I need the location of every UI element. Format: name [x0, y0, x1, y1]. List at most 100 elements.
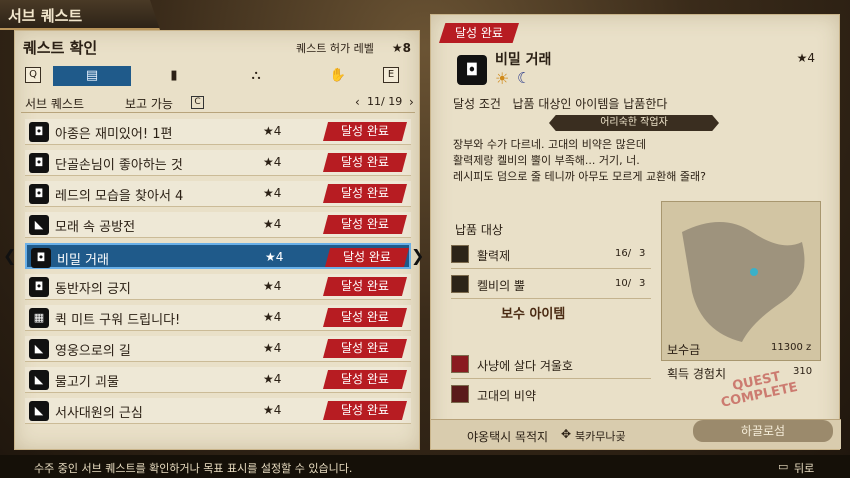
- quest-row[interactable]: ◣ 서사대원의 근심 ★4 달성 완료: [25, 398, 411, 424]
- quest-stars: ★4: [263, 155, 282, 169]
- card-icon: ▮: [170, 68, 178, 83]
- quest-row[interactable]: ◣ 물고기 괴물 ★4 달성 완료: [25, 367, 411, 393]
- back-label[interactable]: 뒤로: [794, 460, 814, 476]
- moon-icon: ☾: [517, 69, 531, 87]
- quest-type-icon: ◘: [31, 248, 51, 268]
- condition: 달성 조건 납품 대상인 아이템을 납품한다: [453, 95, 667, 112]
- sub-header: 서브 퀘스트 보고 가능 C ‹ 11/ 19 ›: [21, 93, 415, 113]
- status-badge: 달성 완료: [323, 122, 407, 141]
- quest-name: 레드의 모습을 찾아서 4: [55, 189, 184, 204]
- permit-level: 퀘스트 허가 레벨 ★8: [296, 40, 411, 56]
- permit-label: 퀘스트 허가 레벨: [296, 42, 374, 55]
- quest-row[interactable]: ◘ 아종은 재미있어! 1편 ★4 달성 완료: [25, 119, 411, 145]
- delivery-name: 켈비의 뿔: [477, 279, 525, 293]
- description: 장부와 수가 다르네. 고대의 비약은 많은데 활력제랑 켈비의 뿔이 부족해.…: [453, 137, 706, 185]
- taxi-label: 야옹택시 목적지: [467, 430, 549, 444]
- location-button[interactable]: 하끌로섬: [693, 420, 833, 442]
- book-icon: ▤: [85, 68, 99, 83]
- client-bar: 어리숙한 작업자: [549, 115, 719, 131]
- quest-name: 동반자의 긍지: [55, 282, 131, 297]
- permit-value: ★8: [391, 41, 411, 55]
- delivery-req: 3: [639, 248, 646, 259]
- quest-name: 단골손님이 좋아하는 것: [55, 158, 183, 173]
- status-badge: 달성 완료: [323, 277, 407, 296]
- quest-type-icon: ◘: [29, 184, 49, 204]
- quest-name: 물고기 괴물: [55, 375, 119, 390]
- back-key-icon[interactable]: ▭: [778, 460, 788, 473]
- status-badge: 달성 완료: [323, 215, 407, 234]
- delivery-req: 3: [639, 278, 646, 289]
- screen-title-bar: 서브 퀘스트: [0, 0, 160, 30]
- quest-type-icon: ◣: [29, 215, 49, 235]
- report-label[interactable]: 보고 가능: [125, 95, 173, 112]
- quest-stars: ★4: [263, 341, 282, 355]
- horn-icon: [451, 275, 469, 293]
- money-label: 보수금: [667, 343, 701, 357]
- page-prev-icon[interactable]: ‹: [355, 95, 360, 109]
- quest-stars: ★4: [263, 403, 282, 417]
- status-badge: 달성 완료: [325, 248, 409, 267]
- status-badge: 달성 완료: [323, 308, 407, 327]
- tab-book[interactable]: ▤: [53, 66, 131, 86]
- reward-name: 사냥에 살다 겨울호: [477, 359, 573, 373]
- key-c[interactable]: C: [191, 96, 204, 109]
- quest-stars: ★4: [263, 372, 282, 386]
- quest-type-icon: ◣: [29, 339, 49, 359]
- area-map: [661, 201, 821, 361]
- quest-row[interactable]: ◣ 모래 속 공방전 ★4 달성 완료: [25, 212, 411, 238]
- quest-name: 서사대원의 근심: [55, 406, 143, 421]
- quest-stars: ★4: [263, 124, 282, 138]
- sun-icon: ☀: [495, 69, 510, 88]
- taxi-destination: 북카무나곶: [575, 430, 626, 443]
- quest-type-icon: ◣: [29, 401, 49, 421]
- description-line: 레시피도 덤으로 줄 테니까 아무도 모르게 교환해 줄래?: [453, 170, 706, 183]
- quest-row[interactable]: ◣ 영웅으로의 길 ★4 달성 완료: [25, 336, 411, 362]
- quest-row[interactable]: ◘ 레드의 모습을 찾아서 4 ★4 달성 완료: [25, 181, 411, 207]
- reward-name: 고대의 비약: [477, 389, 537, 403]
- delivery-count: 10/: [615, 278, 632, 289]
- quest-name: 아종은 재미있어! 1편: [55, 127, 173, 142]
- tab-handshake[interactable]: ✋: [299, 66, 377, 86]
- status-badge: 달성 완료: [323, 184, 407, 203]
- footer-bar: 수주 중인 서브 퀘스트를 확인하거나 목표 표시를 설정할 수 있습니다. ▭…: [0, 455, 850, 478]
- tab-card[interactable]: ▮: [135, 66, 213, 86]
- category-tabs: Q ▤ ▮ ⛬ ✋ E: [15, 65, 421, 87]
- quest-row[interactable]: ▦ 퀵 미트 구워 드립니다! ★4 달성 완료: [25, 305, 411, 331]
- prev-arrow-icon[interactable]: ❮: [3, 246, 16, 265]
- delivery-count: 16/: [615, 248, 632, 259]
- footer-hint: 수주 중인 서브 퀘스트를 확인하거나 목표 표시를 설정할 수 있습니다.: [34, 462, 353, 475]
- quest-list-panel: 퀘스트 확인 퀘스트 허가 레벨 ★8 Q ▤ ▮ ⛬ ✋ E 서브 퀘스트 보고…: [3, 30, 424, 450]
- tab-hierarchy[interactable]: ⛬: [217, 66, 295, 86]
- quest-name: 퀵 미트 구워 드립니다!: [55, 313, 181, 328]
- quest-icon: ◘: [457, 55, 487, 85]
- quest-stars: ★4: [265, 250, 284, 264]
- map-shape: [682, 222, 805, 342]
- quest-stars: ★4: [263, 186, 282, 200]
- quest-name: 영웅으로의 길: [55, 344, 131, 359]
- condition-label: 달성 조건: [453, 97, 501, 111]
- reward-row: 고대의 비약: [451, 381, 651, 409]
- quest-name: 비밀 거래: [57, 253, 109, 268]
- quest-name: 모래 속 공방전: [55, 220, 136, 235]
- quest-name: 비밀 거래: [495, 52, 552, 68]
- page-next-icon[interactable]: ›: [409, 95, 414, 109]
- exp-label: 획득 경험치: [667, 367, 727, 381]
- hierarchy-icon: ⛬: [251, 68, 261, 83]
- reward-label: 보수 아이템: [501, 307, 566, 322]
- potion-icon: [451, 385, 469, 403]
- reward-row: 사냥에 살다 겨울호: [451, 351, 651, 379]
- key-q[interactable]: Q: [25, 67, 41, 83]
- paw-icon: ✥: [561, 427, 572, 441]
- quest-row[interactable]: ◘ 단골손님이 좋아하는 것 ★4 달성 완료: [25, 150, 411, 176]
- condition-text: 납품 대상인 아이템을 납품한다: [512, 97, 668, 111]
- status-badge: 달성 완료: [323, 339, 407, 358]
- money-value: 11300 z: [771, 342, 812, 353]
- key-e[interactable]: E: [383, 67, 399, 83]
- quest-type-icon: ◘: [29, 277, 49, 297]
- quest-type-icon: ◘: [29, 153, 49, 173]
- description-line: 장부와 수가 다르네. 고대의 비약은 많은데: [453, 138, 647, 151]
- quest-type-icon: ▦: [29, 308, 49, 328]
- next-arrow-icon[interactable]: ❯: [411, 246, 424, 265]
- quest-row[interactable]: ◘ 동반자의 긍지 ★4 달성 완료: [25, 274, 411, 300]
- quest-row[interactable]: ◘ 비밀 거래 ★4 달성 완료: [25, 243, 411, 269]
